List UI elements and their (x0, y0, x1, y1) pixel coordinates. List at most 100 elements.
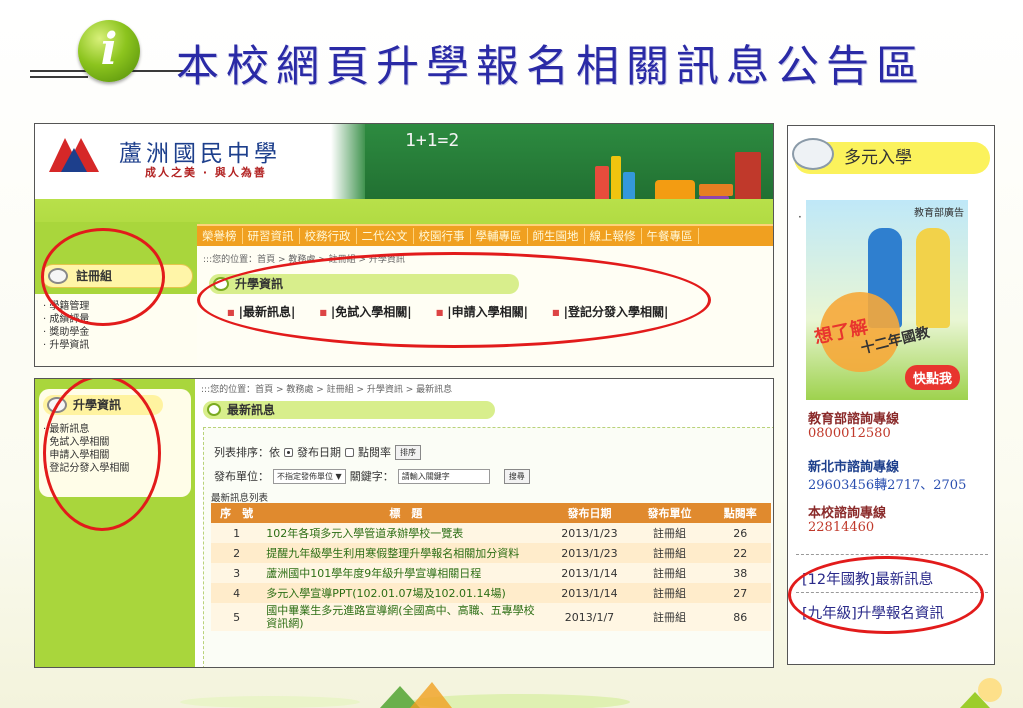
section-title: 升學資訊 (235, 277, 284, 291)
row-no: 3 (211, 563, 263, 583)
top-content-area: :::您的位置：首頁 > 教務處 > 註冊組 > 升學資訊 升學資訊 |最新訊息… (197, 246, 773, 366)
sort-button[interactable]: 排序 (395, 444, 421, 460)
side-item-exam-free[interactable]: 免試入學相關 (43, 436, 129, 449)
row-title-link[interactable]: 多元入學宣導PPT(102.01.07場及102.01.14場) (262, 583, 550, 603)
slide-title: 本校網頁升學報名相關訊息公告區 (176, 42, 926, 92)
breadcrumb: :::您的位置：首頁 > 教務處 > 註冊組 > 升學資訊 (203, 255, 405, 265)
filter-row: 發布單位： 不指定發佈單位 ▼ 關鍵字： 請輸入關鍵字 搜尋 (214, 468, 530, 484)
hotline-moe-name: 教育部諮詢專線 (808, 412, 900, 427)
side-item-application[interactable]: 申請入學相關 (43, 449, 129, 462)
table-row: 2 提醒九年級學生利用寒假整理升學報名相關加分資料 2013/1/23 註冊組 … (211, 543, 771, 563)
list-caption: 最新訊息列表 (211, 493, 269, 504)
row-no: 2 (211, 543, 263, 563)
table-row: 3 蘆洲國中101學年度9年級升學宣導相關日程 2013/1/14 註冊組 38 (211, 563, 771, 583)
header-no: 序 號 (211, 503, 263, 523)
side-menu: 學籍管理 成績評量 獎助學金 升學資訊 (43, 300, 89, 352)
info-icon: i (78, 20, 140, 82)
ad-click-button[interactable]: 快點我 (904, 365, 960, 390)
row-clicks: 38 (709, 563, 771, 583)
menu-item-honor[interactable]: 榮譽榜 (197, 228, 243, 244)
school-name: 蘆洲國民中學 (119, 141, 281, 167)
side-item-latest-news[interactable]: 最新訊息 (43, 423, 129, 436)
sort-by-date-label: 發布日期 (297, 446, 341, 459)
keyword-input[interactable]: 請輸入關鍵字 (397, 468, 490, 484)
row-date: 2013/1/14 (549, 563, 630, 583)
school-logo-icon (49, 138, 99, 172)
header-date: 發布日期 (549, 503, 630, 523)
sub-link-application[interactable]: |申請入學相關| (436, 303, 528, 320)
menu-item-admin[interactable]: 校務行政 (300, 228, 357, 244)
row-no: 4 (211, 583, 263, 603)
side-item-registration[interactable]: 登記分發入學相關 (43, 462, 129, 475)
row-unit: 註冊組 (629, 583, 710, 603)
menu-item-calendar[interactable]: 校園行事 (414, 228, 471, 244)
menu-item-documents[interactable]: 二代公文 (357, 228, 414, 244)
divider (796, 592, 988, 593)
hotline-moe-number: 0800012580 (808, 426, 891, 441)
row-title-link[interactable]: 提醒九年級學生利用寒假整理升學報名相關加分資料 (262, 543, 550, 563)
menu-item-study[interactable]: 研習資訊 (243, 228, 300, 244)
section-title-pill: 升學資訊 (209, 274, 519, 294)
twelve-year-education-ad[interactable]: 教育部廣告 想了解 十二年國教 快點我 (806, 200, 968, 400)
row-title-link[interactable]: 國中畢業生多元進路宣導網(全國高中、高職、五專學校資訊網) (262, 603, 550, 631)
table-row: 5 國中畢業生多元進路宣導網(全國高中、高職、五專學校資訊網) 2013/1/7… (211, 603, 771, 631)
bubble-icon (792, 138, 834, 170)
row-unit: 註冊組 (629, 563, 710, 583)
side-item-admission-info[interactable]: 升學資訊 (43, 339, 89, 352)
bubble-icon (213, 277, 229, 291)
chevron-down-icon: ▼ (335, 471, 342, 481)
unit-label: 發布單位： (214, 470, 269, 483)
row-unit: 註冊組 (629, 523, 710, 543)
sort-by-date-radio[interactable] (284, 447, 293, 457)
bubble-icon (47, 397, 67, 413)
title-underline-short (30, 76, 88, 78)
menu-item-counseling[interactable]: 學輔專區 (471, 228, 528, 244)
side-menu-title: 註冊組 (76, 269, 113, 283)
menu-item-community[interactable]: 師生園地 (528, 228, 585, 244)
site-menubar: 榮譽榜 研習資訊 校務行政 二代公文 校園行事 學輔專區 師生園地 線上報修 午… (197, 224, 773, 246)
slide-header: i 本校網頁升學報名相關訊息公告區 (30, 12, 1010, 102)
link-grade9-admission[interactable]: [九年級]升學報名資訊 (802, 602, 944, 623)
row-unit: 註冊組 (629, 603, 710, 631)
row-no: 5 (211, 603, 263, 631)
menu-item-lunch[interactable]: 午餐專區 (642, 228, 699, 244)
search-button[interactable]: 搜尋 (503, 468, 530, 484)
row-unit: 註冊組 (629, 543, 710, 563)
unit-select[interactable]: 不指定發佈單位 ▼ (273, 468, 346, 484)
header-clicks: 點閱率 (709, 503, 771, 523)
row-title-link[interactable]: 102年各項多元入學管道承辦學校一覽表 (262, 523, 550, 543)
side-menu-title: 升學資訊 (73, 398, 122, 412)
chalkboard-text: 1+1=2 (405, 130, 460, 151)
row-date: 2013/1/23 (549, 543, 630, 563)
side-item-grading[interactable]: 成績評量 (43, 313, 89, 326)
header-unit: 發布單位 (629, 503, 710, 523)
bubble-icon (207, 403, 221, 416)
side-panel-title-box: 多元入學 (792, 138, 990, 174)
hotline-school-name: 本校諮詢專線 (808, 506, 887, 521)
side-panel-title: 多元入學 (844, 148, 912, 168)
school-site-screenshot: 1+1=2 蘆洲國民中學 成人之美 · 與人為善 榮譽榜 研習資訊 校務行政 二… (34, 123, 774, 367)
link-12-year-news[interactable]: [12年國教]最新訊息 (802, 568, 933, 589)
side-menu: 最新訊息 免試入學相關 申請入學相關 登記分發入學相關 (43, 423, 129, 475)
row-title-link[interactable]: 蘆洲國中101學年度9年級升學宣導相關日程 (262, 563, 550, 583)
side-menu-title-box: 註冊組 (41, 264, 193, 288)
row-clicks: 86 (709, 603, 771, 631)
sort-by-clicks-radio[interactable] (345, 447, 354, 457)
news-table: 序 號 標 題 發布日期 發布單位 點閱率 1 102年各項多元入學管道承辦學校… (211, 503, 771, 631)
side-item-scholarship[interactable]: 獎助學金 (43, 326, 89, 339)
decorative-footer (180, 678, 1002, 708)
news-list-screenshot: 升學資訊 最新訊息 免試入學相關 申請入學相關 登記分發入學相關 :::您的位置… (34, 378, 774, 668)
sort-row: 列表排序：依 發布日期 點閱率 排序 (214, 444, 421, 460)
unit-select-value: 不指定發佈單位 (277, 471, 333, 481)
divider (796, 554, 988, 555)
bubble-icon (48, 268, 68, 284)
sub-link-exam-free[interactable]: |免試入學相關| (319, 303, 412, 320)
menu-item-repair[interactable]: 線上報修 (585, 228, 642, 244)
bullet-dot: · (798, 210, 802, 224)
header-title: 標 題 (262, 503, 550, 523)
side-item-records[interactable]: 學籍管理 (43, 300, 89, 313)
sub-link-registration[interactable]: |登記分發入學相關| (552, 303, 669, 320)
breadcrumb: :::您的位置：首頁 > 教務處 > 註冊組 > 升學資訊 > 最新訊息 (201, 385, 453, 395)
row-date: 2013/1/23 (549, 523, 630, 543)
sub-link-latest-news[interactable]: |最新訊息| (227, 303, 296, 320)
